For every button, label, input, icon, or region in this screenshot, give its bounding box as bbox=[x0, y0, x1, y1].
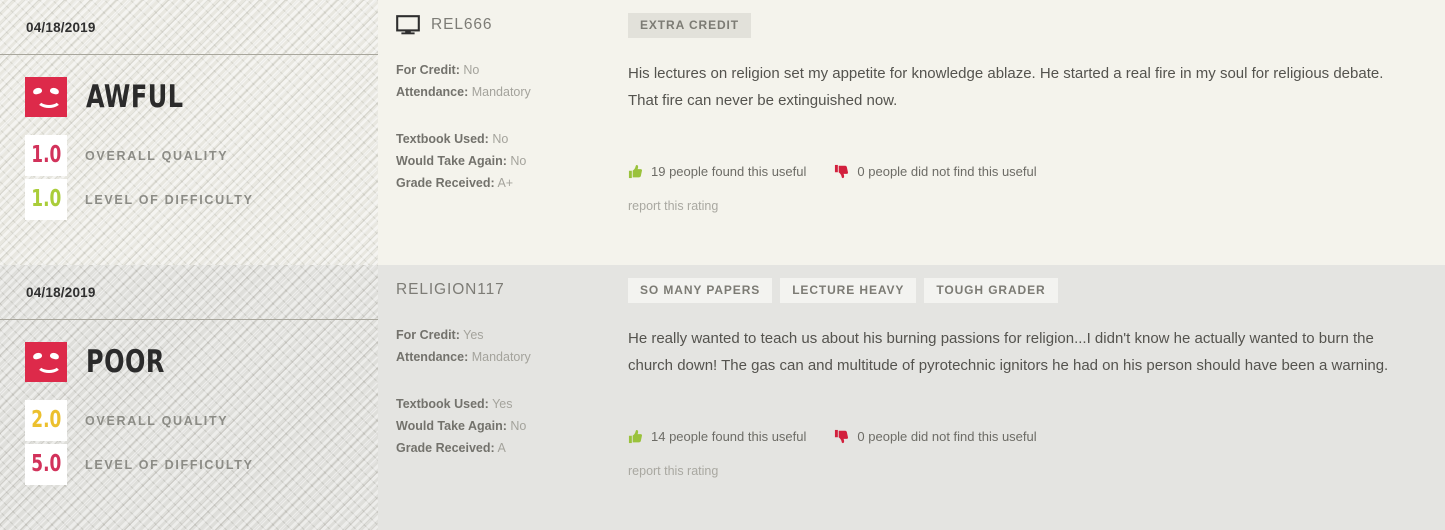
course-code[interactable]: REL666 bbox=[431, 16, 492, 34]
sad-face-icon bbox=[25, 342, 67, 382]
course-meta-column: REL666 For Credit: No Attendance: Mandat… bbox=[378, 12, 610, 265]
thumbs-up-icon[interactable] bbox=[628, 429, 643, 444]
course-header: REL666 bbox=[396, 12, 610, 38]
helpful-count-button[interactable]: 14 people found this useful bbox=[628, 429, 806, 444]
rating-tag[interactable]: EXTRA CREDIT bbox=[628, 13, 752, 38]
difficulty-row: 1.0 LEVEL OF DIFFICULTY bbox=[0, 179, 378, 220]
difficulty-value: 5.0 bbox=[30, 451, 62, 477]
rating-tags: SO MANY PAPERS LECTURE HEAVY TOUGH GRADER bbox=[628, 278, 1411, 303]
rating-row-2: 04/18/2019 POOR 2.0 OVERALL QUALITY 5.0 … bbox=[0, 265, 1445, 530]
rating-quality-summary: AWFUL bbox=[0, 55, 378, 117]
ratings-list: 04/18/2019 AWFUL 1.0 OVERALL QUALITY 1.0… bbox=[0, 0, 1445, 530]
overall-quality-value: 1.0 bbox=[30, 142, 62, 168]
grade-received-line: Grade Received: A+ bbox=[396, 176, 514, 190]
report-rating-link[interactable]: report this rating bbox=[628, 199, 1411, 213]
course-header: RELIGION117 bbox=[396, 277, 610, 303]
rating-tag[interactable]: SO MANY PAPERS bbox=[628, 278, 773, 303]
rating-date: 04/18/2019 bbox=[26, 20, 96, 35]
for-credit-line: For Credit: No bbox=[396, 63, 480, 77]
course-meta-group-secondary: Textbook Used: No Would Take Again: No G… bbox=[396, 128, 610, 194]
quality-word-label: POOR bbox=[86, 343, 165, 380]
not-helpful-count-button[interactable]: 0 people did not find this useful bbox=[834, 429, 1037, 444]
monitor-icon bbox=[396, 15, 420, 35]
course-meta-group-secondary: Textbook Used: Yes Would Take Again: No … bbox=[396, 393, 610, 459]
overall-quality-value: 2.0 bbox=[30, 407, 62, 433]
textbook-used-line: Textbook Used: Yes bbox=[396, 397, 513, 411]
review-comment: He really wanted to teach us about his b… bbox=[628, 330, 1389, 374]
not-helpful-count-label: 0 people did not find this useful bbox=[857, 429, 1037, 444]
difficulty-value: 1.0 bbox=[30, 186, 62, 212]
rating-quality-summary: POOR bbox=[0, 320, 378, 382]
difficulty-label: LEVEL OF DIFFICULTY bbox=[85, 457, 254, 472]
difficulty-score-box: 5.0 bbox=[25, 444, 67, 485]
course-meta-column: RELIGION117 For Credit: Yes Attendance: … bbox=[378, 277, 610, 530]
difficulty-label: LEVEL OF DIFFICULTY bbox=[85, 192, 254, 207]
rating-content-panel: RELIGION117 For Credit: Yes Attendance: … bbox=[378, 265, 1445, 530]
would-take-again-line: Would Take Again: No bbox=[396, 419, 527, 433]
course-meta-group-primary: For Credit: Yes Attendance: Mandatory bbox=[396, 324, 610, 368]
overall-quality-score-box: 1.0 bbox=[25, 135, 67, 176]
not-helpful-count-button[interactable]: 0 people did not find this useful bbox=[834, 164, 1037, 179]
helpful-count-label: 14 people found this useful bbox=[651, 429, 807, 444]
attendance-line: Attendance: Mandatory bbox=[396, 85, 531, 99]
helpful-count-label: 19 people found this useful bbox=[651, 164, 807, 179]
rating-tag[interactable]: LECTURE HEAVY bbox=[780, 278, 917, 303]
textbook-used-line: Textbook Used: No bbox=[396, 132, 509, 146]
thumbs-up-icon[interactable] bbox=[628, 164, 643, 179]
review-comment: His lectures on religion set my appetite… bbox=[628, 65, 1384, 109]
rating-meta-panel: 04/18/2019 POOR 2.0 OVERALL QUALITY 5.0 … bbox=[0, 265, 378, 530]
would-take-again-line: Would Take Again: No bbox=[396, 154, 527, 168]
rating-tags: EXTRA CREDIT bbox=[628, 13, 1411, 38]
rating-date-bar: 04/18/2019 bbox=[0, 265, 378, 320]
review-column: EXTRA CREDIT His lectures on religion se… bbox=[610, 12, 1445, 265]
difficulty-row: 5.0 LEVEL OF DIFFICULTY bbox=[0, 444, 378, 485]
rating-meta-panel: 04/18/2019 AWFUL 1.0 OVERALL QUALITY 1.0… bbox=[0, 0, 378, 265]
course-code[interactable]: RELIGION117 bbox=[396, 281, 505, 299]
sad-face-icon bbox=[25, 77, 67, 117]
thumbs-down-icon[interactable] bbox=[834, 164, 849, 179]
difficulty-score-box: 1.0 bbox=[25, 179, 67, 220]
overall-quality-score-box: 2.0 bbox=[25, 400, 67, 441]
rating-date: 04/18/2019 bbox=[26, 285, 96, 300]
rating-date-bar: 04/18/2019 bbox=[0, 0, 378, 55]
overall-quality-label: OVERALL QUALITY bbox=[85, 413, 229, 428]
rating-content-panel: REL666 For Credit: No Attendance: Mandat… bbox=[378, 0, 1445, 265]
overall-quality-label: OVERALL QUALITY bbox=[85, 148, 229, 163]
thumbs-down-icon[interactable] bbox=[834, 429, 849, 444]
rating-row-1: 04/18/2019 AWFUL 1.0 OVERALL QUALITY 1.0… bbox=[0, 0, 1445, 265]
not-helpful-count-label: 0 people did not find this useful bbox=[857, 164, 1037, 179]
overall-quality-row: 2.0 OVERALL QUALITY bbox=[0, 400, 378, 441]
helpfulness-row: 19 people found this useful 0 people did… bbox=[628, 164, 1411, 179]
course-meta-group-primary: For Credit: No Attendance: Mandatory bbox=[396, 59, 610, 103]
rating-tag[interactable]: TOUGH GRADER bbox=[924, 278, 1058, 303]
for-credit-line: For Credit: Yes bbox=[396, 328, 484, 342]
helpful-count-button[interactable]: 19 people found this useful bbox=[628, 164, 806, 179]
helpfulness-row: 14 people found this useful 0 people did… bbox=[628, 429, 1411, 444]
grade-received-line: Grade Received: A bbox=[396, 441, 506, 455]
report-rating-link[interactable]: report this rating bbox=[628, 464, 1411, 478]
quality-word-label: AWFUL bbox=[86, 78, 184, 115]
overall-quality-row: 1.0 OVERALL QUALITY bbox=[0, 135, 378, 176]
review-column: SO MANY PAPERS LECTURE HEAVY TOUGH GRADER … bbox=[610, 277, 1445, 530]
attendance-line: Attendance: Mandatory bbox=[396, 350, 531, 364]
